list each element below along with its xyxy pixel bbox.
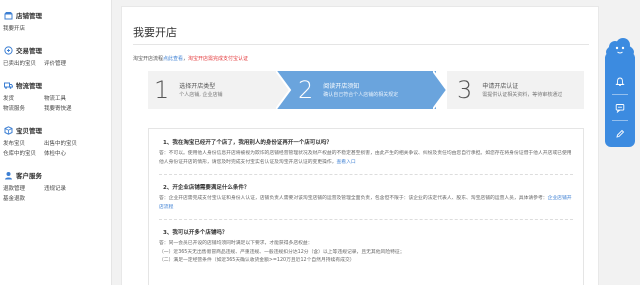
faq-divider [159,219,573,220]
sidebar-group-trade: 交易管理 已卖出的宝贝 评价管理 [3,43,111,69]
faq-question: 1、我在淘宝已经开了个店了，我用别人的身份证再开一个店可以吗？ [163,140,332,146]
trade-icon [3,45,13,55]
bell-icon [615,72,625,91]
sidebar-item-health-center[interactable]: 体检中心 [44,149,85,159]
faq-divider [159,174,573,175]
sidebar-group-logistics: 物流管理 发货 物流工具 物流服务 我要寄快递 [3,78,111,114]
flow-link[interactable]: 点此查看 [163,56,183,62]
sidebar-group-title: 交易管理 [16,47,42,55]
sidebar-item-fund-refund[interactable]: 基金退款 [3,194,44,204]
cloud-icon [603,38,637,66]
sidebar-item-logistics-tools[interactable]: 物流工具 [44,94,85,104]
sidebar-group-head[interactable]: 宝贝管理 [3,123,111,137]
step-title: 阅读开店须知 [323,82,360,90]
step-subtitle: 个人店铺, 企业店铺 [179,91,223,98]
step-arrow-left [276,71,292,109]
faq-answer-text: 答：不可以。使用他人身份信息开店将被视为欺诈的店铺经营管理状况及财产权益的不稳定… [159,151,572,165]
box-icon [3,125,13,135]
toolbar-divider [612,120,628,121]
step-number: 3 [457,76,473,104]
edit-icon [615,124,625,143]
store-icon [3,10,13,20]
sidebar-group-service: 客户服务 退款管理 违规记录 基金退款 [3,168,111,204]
faq-question: 3、我可以开多个店铺吗？ [163,230,228,236]
faq-answer-text: 答：同一会员已开设的店铺均须同时满足以下要求，才能获得多店权益： [159,241,313,246]
step-1: 1 选择开店类型 个人店铺, 企业店铺 [148,71,288,109]
edit-button[interactable] [605,122,635,144]
faq-box: 1、我在淘宝已经开了个店了，我用别人的身份证再开一个店可以吗？ 答：不可以。使用… [148,128,584,285]
sidebar-item-warehouse[interactable]: 仓库中的宝贝 [3,149,44,159]
step-number: 1 [154,76,170,104]
sidebar-item-violations[interactable]: 违规记录 [44,184,85,194]
sidebar-group-head[interactable]: 交易管理 [3,43,111,57]
step-title: 选择开店类型 [179,82,216,90]
flow-notice: 淘宝开店流程点此查看，淘宝开店需完成支付宝认证 [133,55,248,62]
page-title: 我要开店 [133,26,177,39]
truck-icon [3,80,13,90]
sidebar-item-on-sale[interactable]: 出售中的宝贝 [44,139,85,149]
sidebar-item-logistics-service[interactable]: 物流服务 [3,104,44,114]
step-subtitle: 需提供认证相关资料，等待审核通过 [482,91,563,98]
step-2: 2 阅读开店须知 确认自己符合个人店铺的相关规定 [276,71,436,109]
sidebar-item-open-store[interactable]: 我要开店 [3,24,44,34]
sidebar-group-store: 店铺管理 我要开店 [3,8,111,34]
bell-button[interactable] [605,70,635,92]
faq-question: 2、开企业店铺需要满足什么条件？ [163,185,250,191]
step-3: 3 申请开店认证 需提供认证相关资料，等待审核通过 [447,71,584,109]
sidebar-group-title: 宝贝管理 [16,127,42,135]
sidebar-item-ship[interactable]: 发货 [3,94,44,104]
sidebar-group-title: 物流管理 [16,82,42,90]
sidebar-group-title: 客户服务 [16,172,42,180]
faq-answer: 答：不可以。使用他人身份信息开店将被视为欺诈的店铺经营管理状况及财产权益的不稳定… [159,150,573,167]
service-icon [3,170,13,180]
sidebar-group-head[interactable]: 物流管理 [3,78,111,92]
sidebar-item-refund[interactable]: 退款管理 [3,184,44,194]
step-number: 2 [298,76,314,104]
sidebar-group-head[interactable]: 客户服务 [3,168,111,182]
step-title: 申请开店认证 [482,82,519,90]
title-divider [133,44,589,45]
sidebar-group-head[interactable]: 店铺管理 [3,8,111,22]
faq-answer-line: （一）近365天无出售假冒商品违规、严重违规、一般违规扣分达12分（含）以上等违… [159,249,405,255]
faq-answer: 答：同一会员已开设的店铺均须同时满足以下要求，才能获得多店权益： （一）近365… [159,240,573,266]
main-panel: 我要开店 淘宝开店流程点此查看，淘宝开店需完成支付宝认证 1 选择开店类型 个人… [121,6,599,285]
faq-answer: 答：企业开店需完成支付宝认证和身份人认证，店铺负责人需要对该淘宝店铺的运营及管理… [159,195,573,212]
sidebar-item-reviews[interactable]: 评价管理 [44,59,85,69]
toolbar-divider [612,94,628,95]
sidebar-item-publish[interactable]: 发布宝贝 [3,139,44,149]
chat-icon [615,98,625,117]
sidebar-group-goods: 宝贝管理 发布宝贝 出售中的宝贝 仓库中的宝贝 体检中心 [3,123,111,159]
faq-answer-link[interactable]: 查看入口 [337,160,356,165]
cloud-button[interactable] [603,36,637,62]
chat-button[interactable] [605,96,635,118]
sidebar-item-send-express[interactable]: 我要寄快递 [44,104,85,114]
sidebar-item-sold[interactable]: 已卖出的宝贝 [3,59,44,69]
step-subtitle: 确认自己符合个人店铺的相关规定 [323,91,399,98]
faq-answer-line: （二）满足一定经营条件（如近365天确认收货金额>=120万且近12个自然月持续… [159,258,355,263]
faq-answer-text: 答：企业开店需完成支付宝认证和身份人认证，店铺负责人需要对该淘宝店铺的运营及管理… [159,196,548,201]
floating-toolbar [605,52,635,147]
sidebar: 店铺管理 我要开店 交易管理 已卖出的宝贝 评价管理 物流管理 发货 物流工具 … [0,0,112,285]
flow-warning: 淘宝开店需完成支付宝认证 [188,56,249,62]
steps-bar: 1 选择开店类型 个人店铺, 企业店铺 2 阅读开店须知 确认自己符合个人店铺的… [148,71,584,109]
sidebar-group-title: 店铺管理 [16,12,42,20]
flow-prefix: 淘宝开店流程 [133,56,164,62]
